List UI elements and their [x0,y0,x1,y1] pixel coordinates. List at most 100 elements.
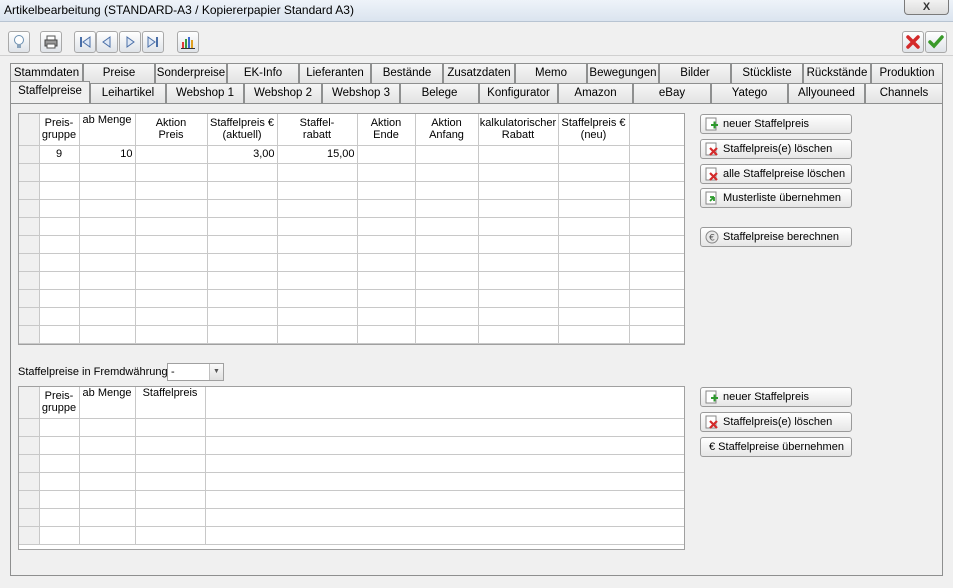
table-cell[interactable] [135,199,208,218]
table-row[interactable] [19,271,684,290]
table-cell[interactable]: 10 [79,145,136,164]
table-row[interactable] [19,418,684,437]
table-cell[interactable] [79,508,136,527]
table-cell[interactable] [207,253,278,272]
tab-rueckstaende[interactable]: Rückstände [803,63,871,83]
table-cell[interactable] [39,271,80,290]
table-cell[interactable] [558,181,630,200]
delete-all-staffelpreise-button[interactable]: alle Staffelpreise löschen [700,164,852,184]
row-indicator[interactable] [19,418,40,437]
table-cell[interactable] [478,307,559,326]
table-cell[interactable] [39,235,80,254]
table-row[interactable] [19,253,684,272]
table-cell[interactable] [135,181,208,200]
tab-leihartikel[interactable]: Leihartikel [90,83,166,103]
table-row[interactable] [19,454,684,473]
table-row[interactable] [19,289,684,308]
table-cell[interactable] [79,235,136,254]
row-indicator[interactable] [19,271,40,290]
table-cell[interactable] [79,436,136,455]
tab-sonderpreise[interactable]: Sonderpreise [155,63,227,83]
table-cell[interactable] [415,199,479,218]
tab-bewegungen[interactable]: Bewegungen [587,63,659,83]
table-row[interactable] [19,181,684,200]
row-indicator[interactable] [19,253,40,272]
table-cell[interactable] [79,217,136,236]
chevron-down-icon[interactable]: ▼ [209,364,223,380]
tab-ek-info[interactable]: EK-Info [227,63,299,83]
col-header-aktion-ende[interactable]: Aktion Ende [357,114,416,146]
row-indicator[interactable] [19,490,40,509]
table-cell[interactable] [135,454,206,473]
tab-yatego[interactable]: Yatego [711,83,788,103]
tab-webshop-2[interactable]: Webshop 2 [244,83,322,103]
col-header-kalk-rabatt[interactable]: kalkulatorischer Rabatt [478,114,559,146]
table-cell[interactable] [357,289,416,308]
table-cell[interactable]: 15,00 [277,145,358,164]
table-cell[interactable] [357,253,416,272]
table-cell[interactable] [558,199,630,218]
row-indicator[interactable] [19,454,40,473]
next-record-icon[interactable] [119,31,141,53]
col-header-aktion-preis[interactable]: Aktion Preis [135,114,208,146]
tab-stammdaten[interactable]: Stammdaten [10,63,83,83]
table-cell[interactable] [207,199,278,218]
table-cell[interactable] [415,145,479,164]
table-cell[interactable] [79,199,136,218]
tab-allyouneed[interactable]: Allyouneed [788,83,865,103]
table-cell[interactable] [207,325,278,344]
table-cell[interactable] [39,181,80,200]
lightbulb-icon[interactable] [8,31,30,53]
table-cell[interactable] [135,490,206,509]
table-row[interactable] [19,307,684,326]
table-cell[interactable] [558,307,630,326]
staffelpreis-table[interactable]: Preis- gruppe ab Menge Aktion Preis Staf… [18,113,685,345]
previous-record-icon[interactable] [96,31,118,53]
table-row[interactable] [19,325,684,344]
table-cell[interactable] [277,235,358,254]
table-cell[interactable] [277,181,358,200]
table-cell[interactable] [478,199,559,218]
table-cell[interactable] [135,325,208,344]
table-cell[interactable] [39,454,80,473]
table-cell[interactable] [135,418,206,437]
table-cell[interactable] [79,490,136,509]
tab-konfigurator[interactable]: Konfigurator [479,83,558,103]
table-cell[interactable] [478,181,559,200]
col-header-ab-menge[interactable]: ab Menge [79,387,136,419]
table-cell[interactable] [277,199,358,218]
table-cell[interactable] [39,418,80,437]
table-cell[interactable] [207,289,278,308]
table-row[interactable] [19,436,684,455]
table-cell[interactable] [415,289,479,308]
table-cell[interactable] [478,217,559,236]
table-cell[interactable] [357,163,416,182]
table-cell[interactable] [357,325,416,344]
table-cell[interactable] [39,526,80,545]
tab-zusatzdaten[interactable]: Zusatzdaten [443,63,515,83]
table-cell[interactable] [478,145,559,164]
table-row[interactable] [19,163,684,182]
table-cell[interactable] [79,271,136,290]
table-row[interactable]: 9 10 3,00 15,00 [19,145,684,164]
last-record-icon[interactable] [142,31,164,53]
row-indicator[interactable] [19,199,40,218]
table-cell[interactable] [39,436,80,455]
table-cell[interactable] [478,253,559,272]
table-cell[interactable] [415,307,479,326]
tab-stueckliste[interactable]: Stückliste [731,63,803,83]
table-cell[interactable] [135,526,206,545]
row-indicator[interactable] [19,436,40,455]
table-cell[interactable] [357,181,416,200]
table-cell[interactable] [79,253,136,272]
table-row[interactable] [19,199,684,218]
table-cell[interactable] [79,418,136,437]
tab-amazon[interactable]: Amazon [558,83,633,103]
table-cell[interactable] [558,253,630,272]
table-row[interactable] [19,217,684,236]
row-indicator[interactable] [19,508,40,527]
table-cell[interactable] [39,289,80,308]
first-record-icon[interactable] [74,31,96,53]
col-header-staffelpreis-neu[interactable]: Staffelpreis € (neu) [558,114,630,146]
table-cell[interactable] [558,163,630,182]
